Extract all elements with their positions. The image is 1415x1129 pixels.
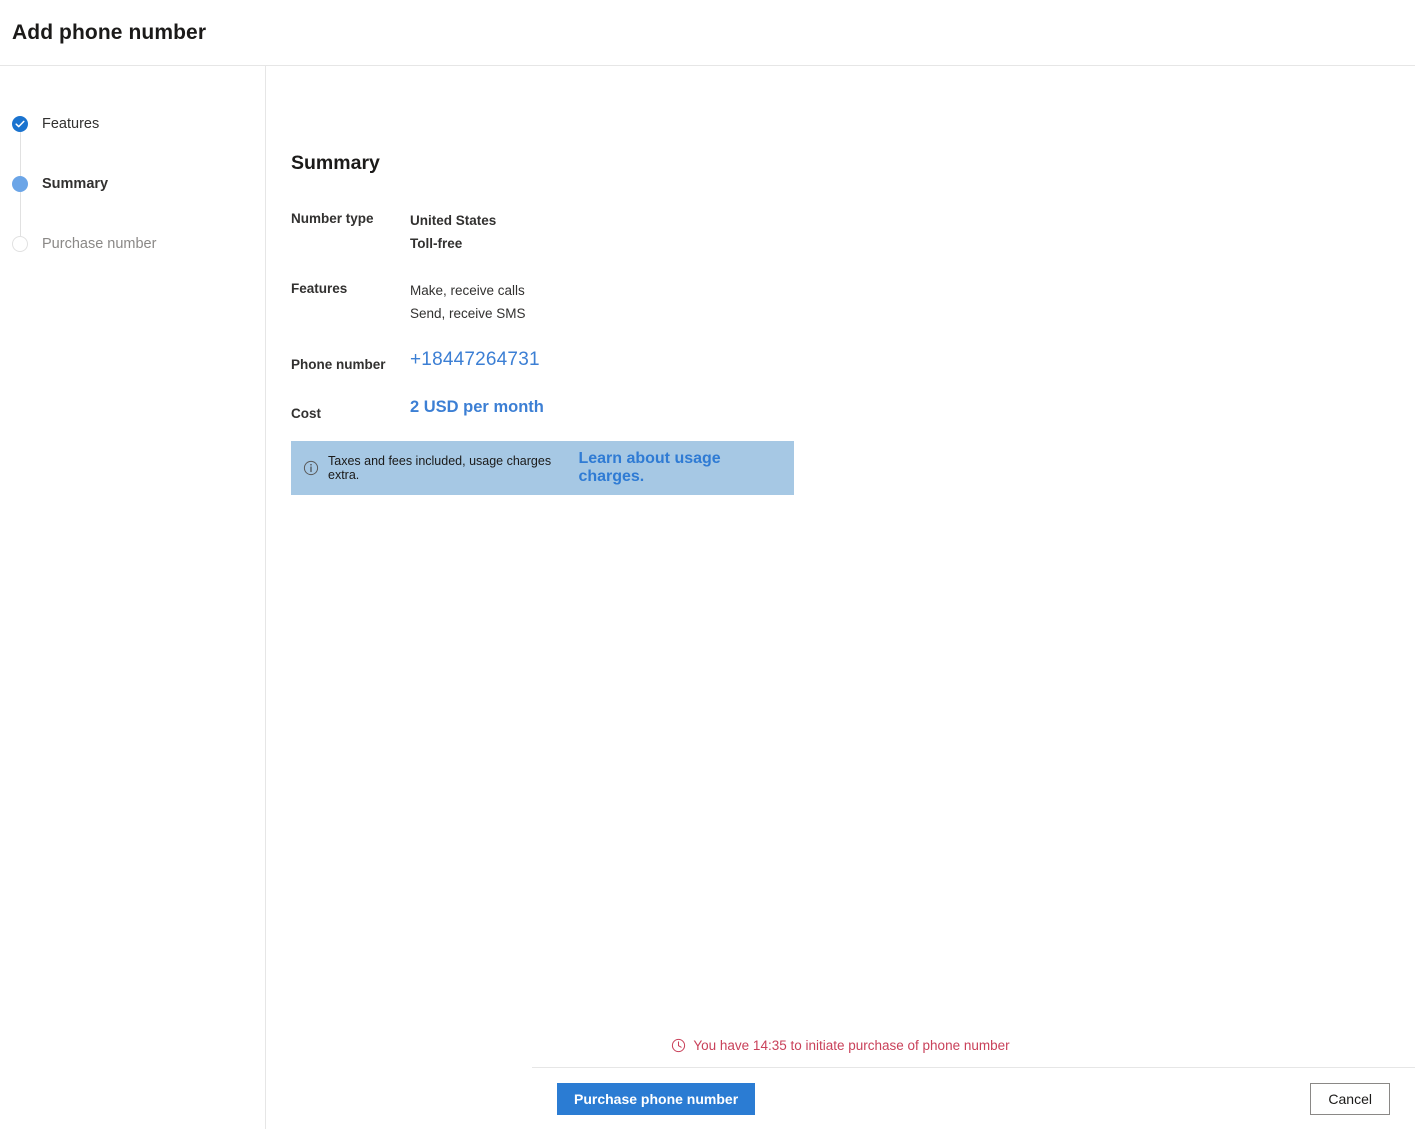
main-content: Summary Number type United States Toll-f… [266,66,1415,1129]
sidebar-item-label-features: Features [42,116,100,132]
feature-calls: Make, receive calls [410,283,525,298]
phone-number-value: +18447264731 [410,349,540,370]
stepper-navigation: Features Summary Purchase number [0,66,266,1129]
sidebar-item-summary[interactable]: Summary [0,154,265,236]
detail-value-features: Make, receive calls Send, receive SMS [410,279,526,325]
number-type-kind: Toll-free [410,236,463,251]
learn-about-usage-charges-link[interactable]: Learn about usage charges. [578,450,782,486]
check-icon [12,116,28,132]
clock-icon [671,1038,686,1053]
detail-value-number-type: United States Toll-free [410,209,496,255]
body-container: Features Summary Purchase number Summary… [0,66,1415,1129]
info-circle-icon [303,460,319,476]
cost-value: 2 USD per month [410,398,544,416]
info-banner-text: Taxes and fees included, usage charges e… [328,454,552,482]
section-title: Summary [291,152,380,174]
detail-label-features: Features [291,281,348,296]
sidebar-item-label-purchase-number: Purchase number [42,236,157,252]
step-connector [19,132,21,176]
purchase-timer-text: You have 14:35 to initiate purchase of p… [693,1038,1010,1053]
step-connector [19,192,21,236]
info-banner: Taxes and fees included, usage charges e… [291,441,794,495]
purchase-phone-number-button[interactable]: Purchase phone number [557,1082,756,1115]
empty-circle-icon [12,236,28,252]
page-header: Add phone number [0,0,1415,66]
sidebar-item-features[interactable]: Features [0,94,265,176]
feature-sms: Send, receive SMS [410,306,526,321]
footer-actions: Purchase phone number Cancel [532,1067,1415,1129]
sidebar-item-label-summary: Summary [42,176,109,192]
filled-circle-icon [12,176,28,192]
number-type-country: United States [410,213,497,228]
sidebar-item-purchase-number[interactable]: Purchase number [0,214,265,274]
purchase-timer: You have 14:35 to initiate purchase of p… [266,1038,1415,1053]
detail-row-cost: Cost 2 USD per month [291,398,1415,421]
summary-panel: Summary Number type United States Toll-f… [266,66,1415,495]
detail-row-features: Features Make, receive calls Send, recei… [291,279,1415,325]
detail-row-phone-number: Phone number +18447264731 [291,349,1415,372]
detail-label-cost: Cost [291,406,321,421]
detail-row-number-type: Number type United States Toll-free [291,209,1415,255]
page-title: Add phone number [12,20,207,44]
detail-label-phone-number: Phone number [291,357,386,372]
detail-label-number-type: Number type [291,211,374,226]
cancel-button[interactable]: Cancel [1310,1082,1390,1115]
